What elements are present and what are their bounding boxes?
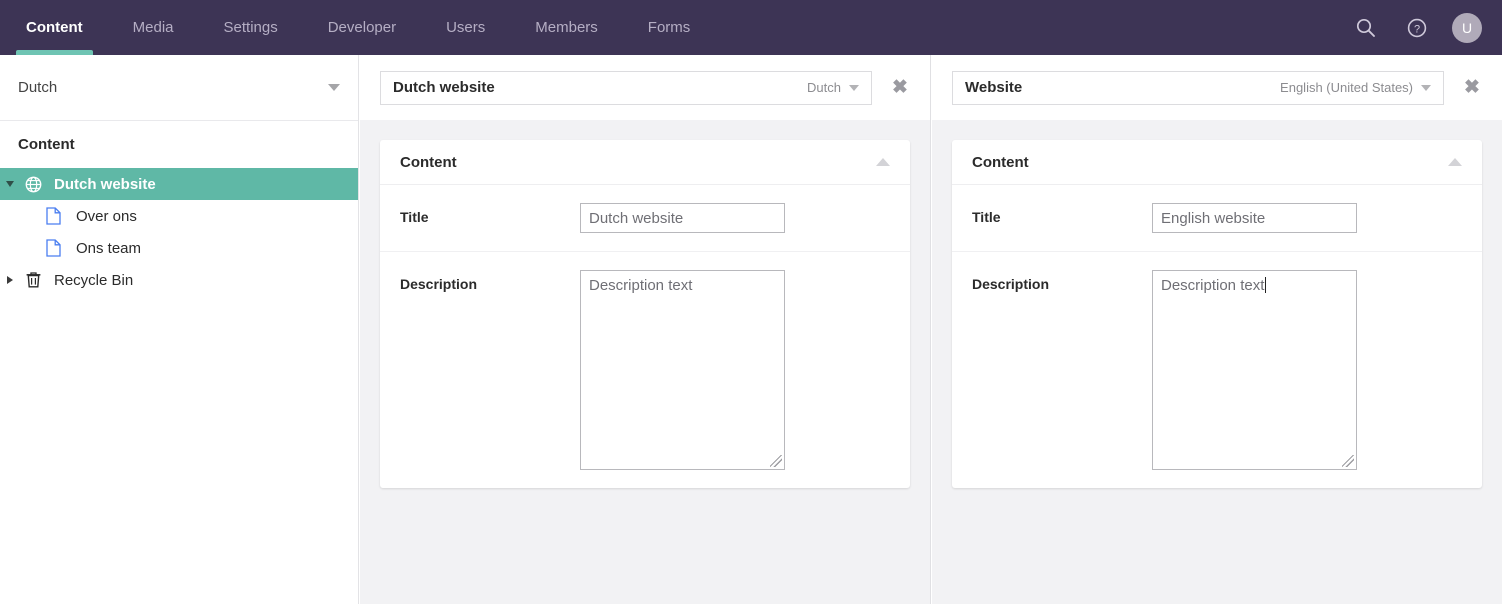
property-row-description: Description Description text xyxy=(380,252,910,488)
description-value: Description text xyxy=(589,277,693,294)
close-icon: ✖ xyxy=(892,77,908,98)
property-row-title: Title xyxy=(952,185,1482,252)
document-name-input[interactable]: Dutch website Dutch xyxy=(380,70,872,105)
chevron-down-icon xyxy=(849,84,859,91)
description-textarea[interactable]: Description text xyxy=(580,270,785,470)
nav-actions: ? U xyxy=(1348,11,1502,45)
close-panel-button[interactable]: ✖ xyxy=(888,76,912,100)
tree-item-label: Ons team xyxy=(76,239,142,257)
nav-tab-forms[interactable]: Forms xyxy=(630,0,709,55)
nav-tab-users[interactable]: Users xyxy=(428,0,503,55)
tree-item-dutch-website[interactable]: Dutch website xyxy=(0,168,358,200)
description-value: Description text xyxy=(1161,277,1265,294)
panel-language-selector[interactable]: English (United States) xyxy=(1280,80,1431,95)
panel-body: Content Title Description Description te… xyxy=(932,120,1502,508)
nav-tab-list: Content Media Settings Developer Users M… xyxy=(0,0,715,55)
tree-item-label: Dutch website xyxy=(54,175,156,193)
document-name-value: Website xyxy=(965,79,1023,96)
property-row-description: Description Description text xyxy=(952,252,1482,488)
triangle-right-icon xyxy=(7,276,13,284)
property-label: Title xyxy=(972,209,1001,225)
text-caret xyxy=(1265,277,1267,293)
chevron-up-icon[interactable] xyxy=(876,158,890,166)
trash-icon xyxy=(20,271,46,289)
help-circle-icon[interactable]: ? xyxy=(1400,11,1434,45)
property-label: Description xyxy=(400,276,478,292)
nav-tab-label: Forms xyxy=(647,19,691,36)
tree-expander-right[interactable] xyxy=(0,276,20,284)
sidebar-section-title-label: Content xyxy=(18,136,75,153)
nav-tab-media[interactable]: Media xyxy=(115,0,192,55)
resize-handle-icon[interactable] xyxy=(1342,455,1354,467)
avatar-initial: U xyxy=(1461,19,1473,36)
nav-tab-label: Developer xyxy=(327,19,397,36)
nav-tab-developer[interactable]: Developer xyxy=(310,0,414,55)
tree-expander-down[interactable] xyxy=(0,181,20,187)
sidebar: Dutch Content Dutch website Over ons Ons… xyxy=(0,55,359,604)
nav-tab-settings[interactable]: Settings xyxy=(206,0,296,55)
content-card: Content Title Description Description te… xyxy=(952,140,1482,488)
panel-body: Content Title Description Description te… xyxy=(360,120,930,508)
tree-item-label: Over ons xyxy=(76,207,137,225)
close-panel-button[interactable]: ✖ xyxy=(1460,76,1484,100)
tree-item-over-ons[interactable]: Over ons xyxy=(0,200,358,232)
document-name-input[interactable]: Website English (United States) xyxy=(952,70,1444,105)
description-textarea[interactable]: Description text xyxy=(1152,270,1357,470)
chevron-down-icon xyxy=(1421,84,1431,91)
card-title: Content xyxy=(972,153,1029,171)
nav-tab-label: Media xyxy=(132,19,174,36)
tree-item-recycle-bin[interactable]: Recycle Bin xyxy=(0,264,358,296)
nav-tab-members[interactable]: Members xyxy=(517,0,616,55)
sidebar-language-selector[interactable]: Dutch xyxy=(0,55,358,121)
title-input[interactable] xyxy=(1152,203,1357,233)
chevron-down-icon xyxy=(328,84,340,91)
content-panel-dutch: Dutch website Dutch ✖ Content Title Desc… xyxy=(360,55,931,604)
globe-icon xyxy=(20,176,46,193)
nav-tab-label: Members xyxy=(535,19,598,36)
sidebar-section-title: Content xyxy=(0,121,358,168)
panel-header: Website English (United States) ✖ xyxy=(932,55,1502,120)
nav-tab-label: Settings xyxy=(223,19,278,36)
content-tree: Dutch website Over ons Ons team Recycle … xyxy=(0,168,358,296)
tree-item-label: Recycle Bin xyxy=(54,271,134,289)
triangle-down-icon xyxy=(6,181,14,187)
property-row-title: Title xyxy=(380,185,910,252)
sidebar-language-value: Dutch xyxy=(18,79,58,96)
panel-language-value: Dutch xyxy=(807,80,841,95)
search-icon[interactable] xyxy=(1348,11,1382,45)
title-input[interactable] xyxy=(580,203,785,233)
nav-tab-label: Users xyxy=(446,19,486,36)
document-icon xyxy=(40,207,66,225)
nav-tab-label: Content xyxy=(26,19,83,36)
card-header: Content xyxy=(952,140,1482,185)
resize-handle-icon[interactable] xyxy=(770,455,782,467)
chevron-up-icon[interactable] xyxy=(1448,158,1462,166)
property-label: Title xyxy=(400,209,429,225)
svg-text:?: ? xyxy=(1414,23,1420,35)
tree-item-ons-team[interactable]: Ons team xyxy=(0,232,358,264)
card-header: Content xyxy=(380,140,910,185)
content-panel-english: Website English (United States) ✖ Conten… xyxy=(932,55,1502,604)
card-title: Content xyxy=(400,153,457,171)
document-name-value: Dutch website xyxy=(393,79,495,96)
property-label: Description xyxy=(972,276,1050,292)
close-icon: ✖ xyxy=(1464,77,1480,98)
avatar[interactable]: U xyxy=(1452,12,1482,43)
document-icon xyxy=(40,239,66,257)
panel-header: Dutch website Dutch ✖ xyxy=(360,55,930,120)
panel-language-selector[interactable]: Dutch xyxy=(807,80,859,95)
top-navigation-bar: Content Media Settings Developer Users M… xyxy=(0,0,1502,55)
nav-tab-content[interactable]: Content xyxy=(8,0,101,55)
panel-language-value: English (United States) xyxy=(1280,80,1413,95)
content-card: Content Title Description Description te… xyxy=(380,140,910,488)
